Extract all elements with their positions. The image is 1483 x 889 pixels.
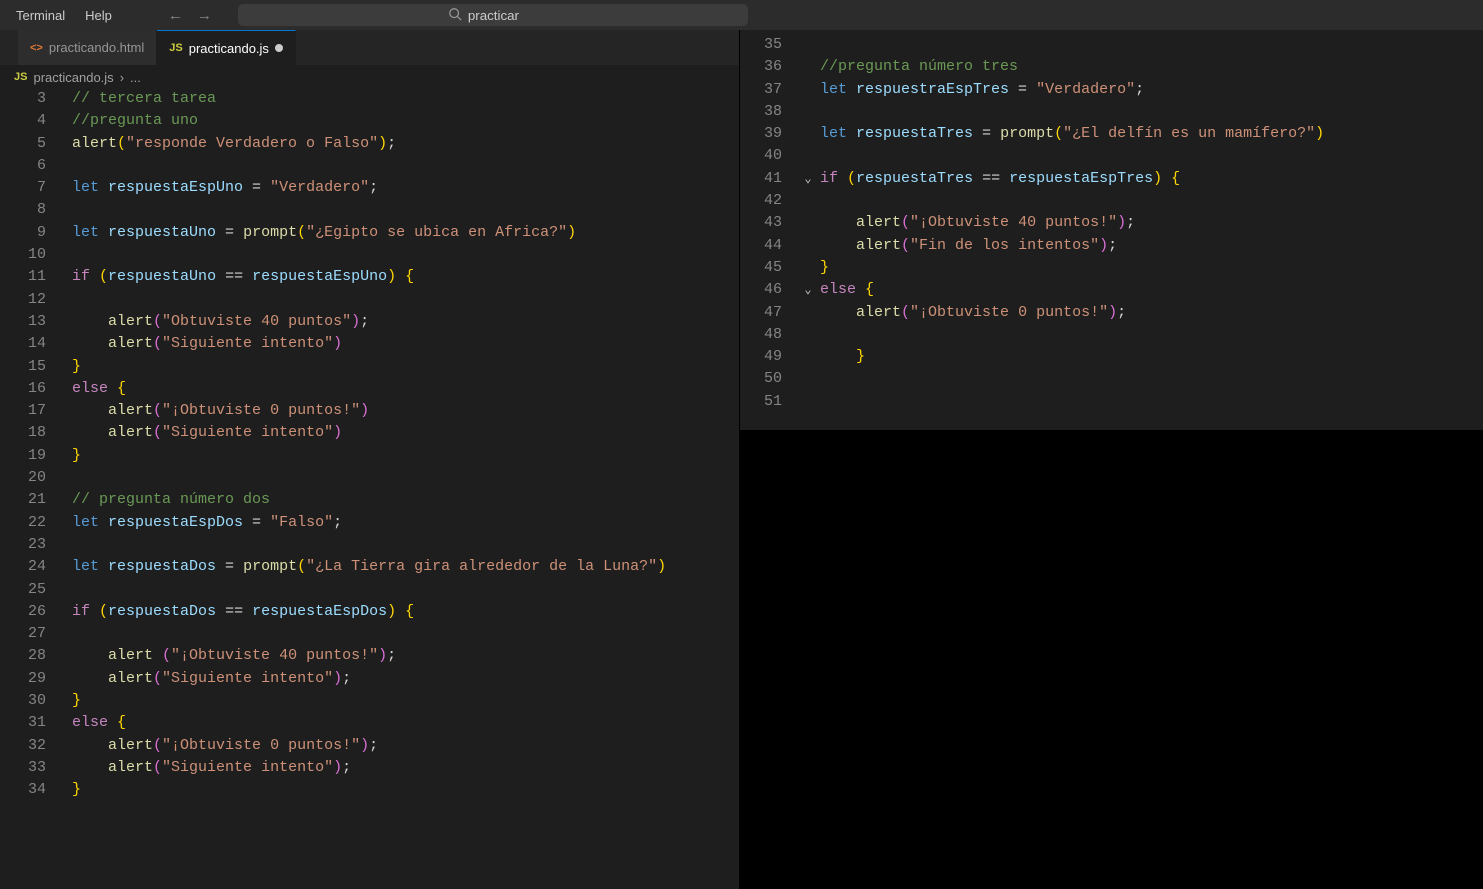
left-code-area[interactable]: // tercera tarea//pregunta unoalert("res… xyxy=(68,88,739,889)
right-editor-group: 3536373839404142434445464748495051 ⌄ ⌄ /… xyxy=(740,30,1483,889)
nav-back-icon[interactable]: ← xyxy=(168,7,183,24)
main: <> practicando.html JS practicando.js JS… xyxy=(0,30,1483,889)
left-line-gutter: 3456789101112131415161718192021222324252… xyxy=(0,88,68,889)
search-input[interactable] xyxy=(468,8,538,23)
left-editor[interactable]: 3456789101112131415161718192021222324252… xyxy=(0,88,739,889)
right-fold-gutter[interactable]: ⌄ ⌄ xyxy=(800,34,816,430)
menubar: Terminal Help ← → xyxy=(0,0,1483,30)
nav-arrows: ← → xyxy=(168,7,212,24)
right-code-area[interactable]: //pregunta número treslet respuestraEspT… xyxy=(816,34,1483,430)
chevron-right-icon: › xyxy=(120,70,124,85)
search-icon xyxy=(448,7,462,24)
breadcrumb-file: practicando.js xyxy=(33,70,113,85)
breadcrumb-rest: ... xyxy=(130,70,141,85)
menu-terminal[interactable]: Terminal xyxy=(8,4,73,27)
tab-bar: <> practicando.html JS practicando.js xyxy=(0,30,739,66)
right-line-gutter: 3536373839404142434445464748495051 xyxy=(740,34,800,430)
left-editor-group: <> practicando.html JS practicando.js JS… xyxy=(0,30,740,889)
command-center[interactable] xyxy=(238,4,748,26)
nav-forward-icon[interactable]: → xyxy=(197,7,212,24)
menu-help[interactable]: Help xyxy=(77,4,120,27)
breadcrumb[interactable]: JS practicando.js › ... xyxy=(0,66,739,88)
js-icon: JS xyxy=(14,71,27,83)
tab-practicando-js[interactable]: JS practicando.js xyxy=(157,30,296,65)
html-icon: <> xyxy=(30,42,43,54)
tab-label: practicando.html xyxy=(49,40,144,55)
right-editor[interactable]: 3536373839404142434445464748495051 ⌄ ⌄ /… xyxy=(740,30,1483,430)
dirty-indicator-icon xyxy=(275,44,283,52)
tab-label: practicando.js xyxy=(189,41,269,56)
tab-practicando-html[interactable]: <> practicando.html xyxy=(18,30,157,65)
js-icon: JS xyxy=(169,42,182,54)
right-bottom-panel xyxy=(740,430,1483,889)
